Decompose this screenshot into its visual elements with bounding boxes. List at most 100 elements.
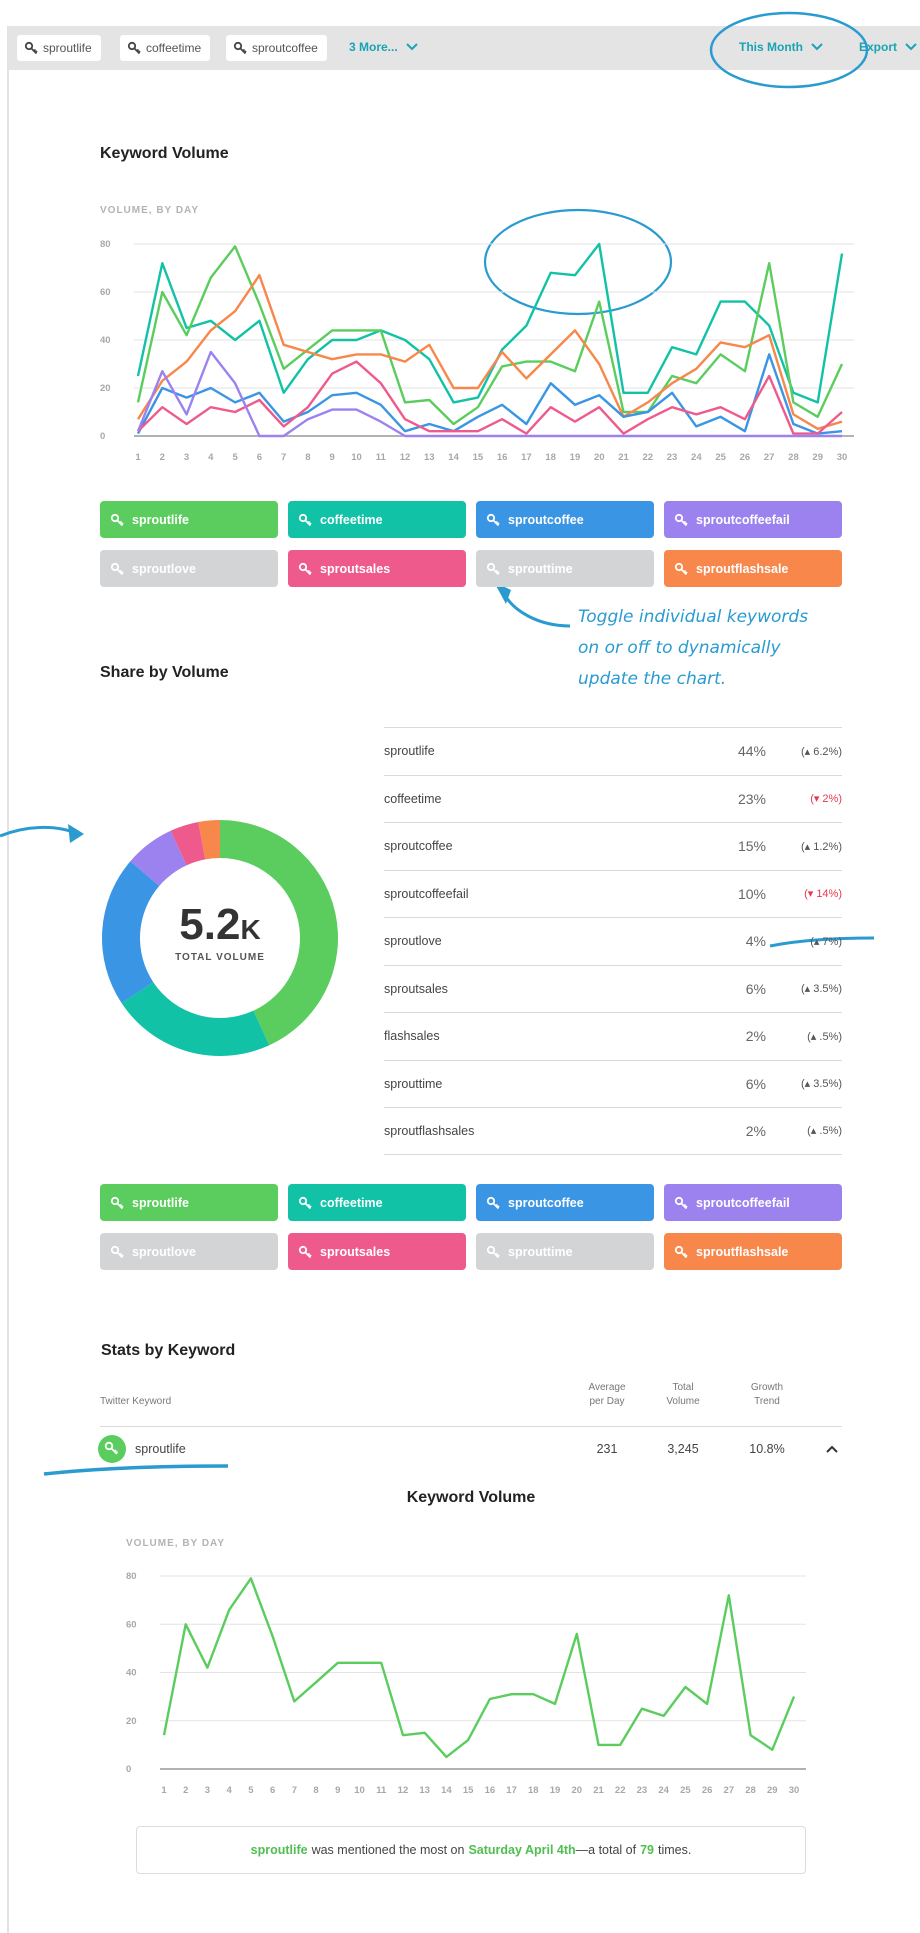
share-keyword: flashsales xyxy=(384,1029,440,1044)
total-volume-suffix: K xyxy=(240,914,261,945)
toggle-coffeetime[interactable]: coffeetime xyxy=(288,1184,466,1221)
toggle-sproutcoffeefail[interactable]: sproutcoffeefail xyxy=(664,1184,842,1221)
toggle-coffeetime[interactable]: coffeetime xyxy=(288,501,466,538)
key-icon xyxy=(110,1196,124,1209)
toggle-sproutsales[interactable]: sproutsales xyxy=(288,550,466,587)
summary-date: Saturday April 4th xyxy=(468,1843,576,1857)
toggle-sproutlife[interactable]: sproutlife xyxy=(100,501,278,538)
x-tick-label: 17 xyxy=(521,452,532,463)
chevron-up-icon[interactable] xyxy=(826,1445,838,1453)
x-tick-label: 7 xyxy=(281,452,286,463)
toggle-label: sproutlove xyxy=(132,561,196,576)
toggle-label: coffeetime xyxy=(320,1195,383,1210)
toggle-label: sproutcoffee xyxy=(508,1195,584,1210)
y-tick-label: 20 xyxy=(126,1716,137,1727)
col-header-avg: Average per Day xyxy=(588,1382,626,1407)
share-change: (▴ 3.5%) xyxy=(801,983,842,996)
x-tick-label: 26 xyxy=(740,452,751,463)
toggle-label: sprouttime xyxy=(508,561,573,576)
toggle-sproutlove[interactable]: sproutlove xyxy=(100,550,278,587)
x-tick-label: 16 xyxy=(497,452,508,463)
x-tick-label: 29 xyxy=(812,452,823,463)
summary-text: was mentioned the most on xyxy=(311,1843,465,1857)
key-icon xyxy=(298,562,312,575)
share-row: sproutflashsales 2% (▴ .5%) xyxy=(384,1107,842,1155)
toggle-sproutcoffee[interactable]: sproutcoffee xyxy=(476,501,654,538)
x-tick-label: 30 xyxy=(789,1785,800,1796)
toggle-sproutlove[interactable]: sproutlove xyxy=(100,1233,278,1270)
stats-by-keyword-title: Stats by Keyword xyxy=(101,1342,236,1359)
x-tick-label: 13 xyxy=(419,1785,430,1796)
key-icon xyxy=(674,513,688,526)
x-tick-label: 16 xyxy=(485,1785,496,1796)
x-tick-label: 7 xyxy=(292,1785,297,1796)
toggle-sproutcoffeefail[interactable]: sproutcoffeefail xyxy=(664,501,842,538)
share-percent: 10% xyxy=(737,885,766,902)
x-tick-label: 23 xyxy=(667,452,678,463)
x-tick-label: 8 xyxy=(313,1785,318,1796)
toggle-sproutsales[interactable]: sproutsales xyxy=(288,1233,466,1270)
key-icon xyxy=(674,562,688,575)
share-percent: 23% xyxy=(737,790,766,807)
x-tick-label: 9 xyxy=(335,1785,340,1796)
toggle-sproutflashsale[interactable]: sproutflashsale xyxy=(664,550,842,587)
toggle-sproutflashsale[interactable]: sproutflashsale xyxy=(664,1233,842,1270)
growth-trend: 10.8% xyxy=(749,1442,785,1456)
x-tick-label: 24 xyxy=(691,452,702,463)
x-tick-label: 27 xyxy=(764,452,775,463)
x-tick-label: 8 xyxy=(305,452,310,463)
key-icon xyxy=(110,513,124,526)
x-tick-label: 20 xyxy=(571,1785,582,1796)
annotation-underline-sproutlife xyxy=(43,1464,229,1476)
x-tick-label: 5 xyxy=(248,1785,254,1796)
keyword-volume-title: Keyword Volume xyxy=(100,145,229,162)
share-keyword: sproutcoffee xyxy=(384,839,453,854)
share-percent: 44% xyxy=(737,743,766,760)
share-change: (▴ 3.5%) xyxy=(801,1078,842,1091)
x-tick-label: 2 xyxy=(183,1785,188,1796)
x-tick-label: 11 xyxy=(376,1785,387,1796)
x-tick-label: 29 xyxy=(767,1785,778,1796)
x-tick-label: 6 xyxy=(270,1785,275,1796)
summary-count: 79 xyxy=(640,1843,655,1857)
x-tick-label: 18 xyxy=(528,1785,539,1796)
share-keyword: sproutcoffeefail xyxy=(384,886,469,901)
x-tick-label: 2 xyxy=(160,452,165,463)
toggle-sproutlife[interactable]: sproutlife xyxy=(100,1184,278,1221)
toggle-label: sproutcoffeefail xyxy=(696,512,790,527)
x-tick-label: 14 xyxy=(448,452,459,463)
x-tick-label: 3 xyxy=(184,452,189,463)
key-icon xyxy=(110,562,124,575)
key-icon xyxy=(110,1245,124,1258)
x-tick-label: 5 xyxy=(232,452,238,463)
x-tick-label: 22 xyxy=(643,452,654,463)
total-volume: 3,245 xyxy=(667,1442,699,1456)
toggle-sprouttime[interactable]: sprouttime xyxy=(476,1233,654,1270)
toggle-sprouttime[interactable]: sprouttime xyxy=(476,550,654,587)
series-line-sproutlife xyxy=(162,1577,796,1759)
volume-axis-caption: VOLUME, BY DAY xyxy=(100,205,200,216)
share-row: flashsales 2% (▴ .5%) xyxy=(384,1012,842,1060)
annotation-line: update the chart. xyxy=(578,669,727,689)
share-percent: 2% xyxy=(745,1028,766,1045)
annotation-line: Toggle individual keywords xyxy=(578,607,809,627)
y-tick-label: 60 xyxy=(100,287,111,298)
share-row: sproutlove 4% (▴ 7%) xyxy=(384,917,842,965)
x-tick-label: 25 xyxy=(680,1785,691,1796)
key-icon xyxy=(486,562,500,575)
x-tick-label: 6 xyxy=(257,452,262,463)
x-tick-label: 1 xyxy=(135,452,141,463)
toggle-sproutcoffee[interactable]: sproutcoffee xyxy=(476,1184,654,1221)
share-row: sproutlife 44% (▴ 6.2%) xyxy=(384,727,842,775)
share-change: (▾ 14%) xyxy=(804,888,842,901)
key-icon xyxy=(486,513,500,526)
avg-per-day: 231 xyxy=(596,1442,618,1456)
toggle-label: sproutflashsale xyxy=(696,1244,789,1259)
x-tick-label: 28 xyxy=(788,452,799,463)
annotation-line: on or off to dynamically xyxy=(578,638,781,658)
share-change: (▴ 7%) xyxy=(810,935,842,948)
x-tick-label: 26 xyxy=(702,1785,713,1796)
x-tick-label: 14 xyxy=(441,1785,452,1796)
x-tick-label: 12 xyxy=(398,1785,409,1796)
col-header-keyword: Twitter Keyword xyxy=(100,1396,172,1407)
